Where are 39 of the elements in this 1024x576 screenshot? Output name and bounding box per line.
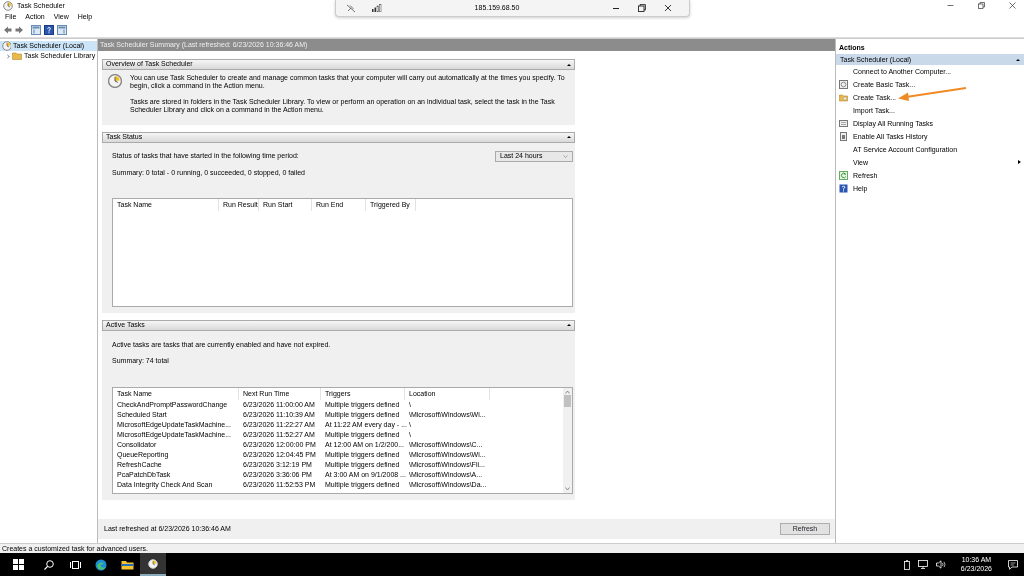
folder-icon [839, 93, 848, 103]
refresh-icon [839, 171, 848, 181]
help-icon[interactable] [44, 25, 54, 35]
network-icon [917, 560, 928, 569]
forward-icon[interactable] [15, 26, 24, 34]
scroll-down-icon [565, 486, 570, 491]
scroll-up-icon [565, 389, 570, 394]
restore-icon[interactable] [978, 2, 985, 9]
restore-icon[interactable] [638, 4, 646, 12]
start-icon[interactable] [12, 559, 24, 570]
collapse-icon[interactable] [567, 63, 571, 66]
wizard-icon [839, 80, 848, 90]
folder-icon[interactable] [120, 559, 134, 570]
browser-icon[interactable] [95, 558, 107, 571]
submenu-arrow-icon [1018, 160, 1021, 165]
scrollbar-thumb[interactable] [564, 394, 571, 407]
clock-icon[interactable] [148, 558, 158, 569]
list-icon [839, 119, 848, 129]
volume-icon [935, 560, 947, 569]
chevron-icon [563, 154, 568, 158]
annotation-arrow [896, 86, 968, 102]
close-icon[interactable] [1009, 2, 1016, 9]
search-icon[interactable] [44, 559, 54, 570]
scrollbar[interactable] [563, 387, 572, 493]
back-icon[interactable] [3, 26, 12, 34]
task-view-icon[interactable] [69, 559, 81, 570]
battery-icon [903, 559, 910, 570]
clock-icon [2, 41, 11, 51]
unpin-icon [346, 3, 356, 13]
collapse-icon[interactable] [567, 136, 571, 139]
notification-icon [1008, 559, 1018, 570]
close-icon[interactable] [664, 4, 672, 12]
clock-icon [108, 74, 122, 88]
collapse-icon[interactable] [567, 324, 571, 327]
history-icon [839, 132, 848, 142]
help-icon [839, 184, 848, 194]
signal-icon [372, 4, 382, 12]
collapse-icon[interactable] [1016, 58, 1020, 61]
clock-icon [3, 1, 13, 11]
